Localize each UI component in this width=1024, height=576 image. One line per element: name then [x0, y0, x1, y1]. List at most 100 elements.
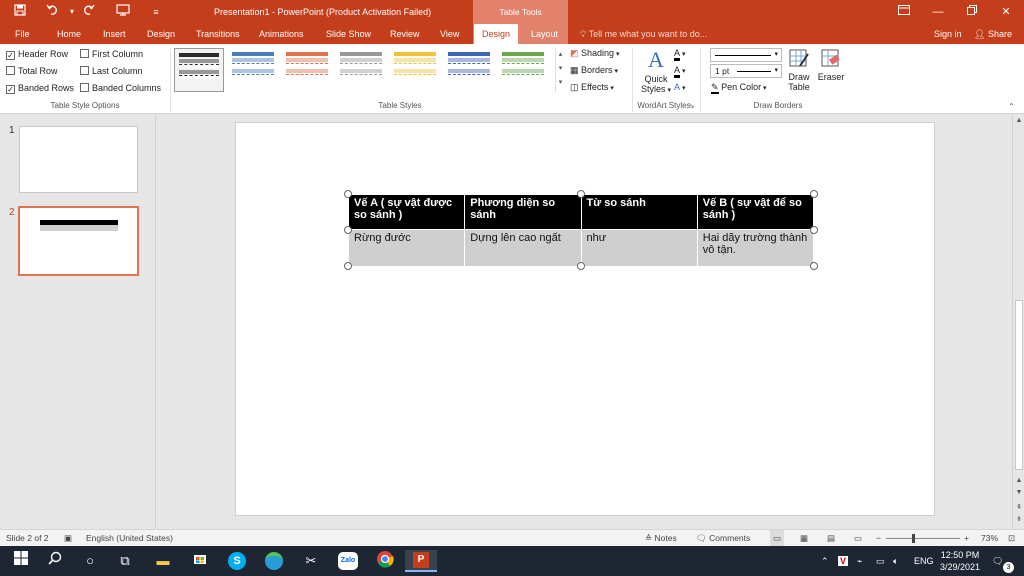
- language-indicator[interactable]: English (United States): [86, 530, 173, 547]
- quick-styles-button[interactable]: A Quick Styles ▾: [640, 48, 672, 95]
- tab-home[interactable]: Home: [57, 24, 81, 44]
- comparison-table[interactable]: Vế A ( sự vật được so sánh ) Phương diện…: [347, 194, 815, 267]
- show-hidden-icons[interactable]: ⌃: [821, 546, 829, 576]
- zoom-out-icon[interactable]: −: [876, 530, 881, 547]
- tab-transitions[interactable]: Transitions: [196, 24, 240, 44]
- slide[interactable]: Vế A ( sự vật được so sánh ) Phương diện…: [235, 122, 935, 516]
- slide-1-thumbnail[interactable]: [19, 126, 138, 193]
- table-cell[interactable]: Dựng lên cao ngất: [464, 229, 582, 267]
- cortana-icon[interactable]: ○: [77, 550, 103, 572]
- scroll-down-icon[interactable]: ▾: [556, 62, 565, 76]
- dialog-launcher-icon[interactable]: ↘: [688, 101, 695, 110]
- header-row-checkbox[interactable]: ✓ Header Row: [6, 49, 68, 60]
- windows-start-icon[interactable]: [8, 550, 34, 572]
- text-fill-button[interactable]: A ▾: [674, 48, 686, 61]
- search-icon[interactable]: [42, 550, 68, 572]
- banded-rows-checkbox[interactable]: ✓ Banded Rows: [6, 83, 74, 94]
- zoom-level[interactable]: 73%: [981, 530, 998, 547]
- table-styles-gallery[interactable]: [174, 48, 564, 96]
- banded-columns-checkbox[interactable]: Banded Columns: [80, 83, 161, 93]
- tab-table-design[interactable]: Design: [474, 24, 519, 44]
- table-style-option[interactable]: [390, 48, 440, 92]
- share-button[interactable]: 👤︎ Share: [974, 24, 1012, 44]
- total-row-checkbox[interactable]: Total Row: [6, 66, 58, 76]
- snipping-tool-icon[interactable]: ✂: [298, 550, 324, 572]
- resize-handle-top-right[interactable]: [810, 190, 818, 198]
- collapse-ribbon-icon[interactable]: ⌃: [1008, 102, 1015, 111]
- notification-center-icon[interactable]: 🗨︎: [992, 546, 1003, 576]
- tab-design[interactable]: Design: [147, 24, 175, 44]
- task-view-icon[interactable]: ⧉: [112, 550, 138, 572]
- scroll-down-icon[interactable]: ▼: [1013, 489, 1024, 496]
- table-cell[interactable]: Rừng đước: [347, 229, 466, 267]
- close-icon[interactable]: ✕: [989, 0, 1023, 24]
- table-style-option[interactable]: [174, 48, 224, 92]
- borders-button[interactable]: ▦ Borders ▾: [570, 65, 618, 76]
- slide-sorter-icon[interactable]: ▦: [800, 530, 808, 547]
- skype-icon[interactable]: S: [224, 550, 250, 572]
- ribbon-display-icon[interactable]: [887, 0, 921, 24]
- presentation-icon[interactable]: [113, 3, 133, 21]
- draw-table-button[interactable]: Draw Table: [784, 48, 814, 92]
- slideshow-icon[interactable]: ▭: [854, 530, 862, 547]
- tell-me-search[interactable]: 💡︎ Tell me what you want to do...: [580, 24, 707, 44]
- table-header-cell[interactable]: Vế A ( sự vật được so sánh ): [347, 194, 466, 230]
- pen-style-dropdown[interactable]: ▾: [710, 48, 782, 62]
- undo-icon[interactable]: [42, 3, 62, 21]
- sign-in-link[interactable]: Sign in: [934, 24, 962, 44]
- previous-slide-icon[interactable]: ⇞: [1013, 503, 1024, 511]
- volume-icon[interactable]: 🔈︎: [893, 546, 898, 576]
- file-explorer-icon[interactable]: ▬: [150, 550, 176, 572]
- fit-to-window-icon[interactable]: ⊡: [1008, 530, 1015, 547]
- more-styles-icon[interactable]: ▾: [556, 76, 565, 90]
- reading-view-icon[interactable]: ▤: [827, 530, 835, 547]
- clock[interactable]: 12:50 PM 3/29/2021: [938, 546, 982, 573]
- last-column-checkbox[interactable]: Last Column: [80, 66, 143, 76]
- table-cell[interactable]: Hai dãy trường thành vô tận.: [696, 229, 815, 267]
- edge-browser-icon[interactable]: [261, 550, 287, 572]
- customize-icon[interactable]: ≡: [146, 3, 166, 21]
- notes-button[interactable]: ≙ Notes: [645, 530, 677, 547]
- table-style-option[interactable]: [228, 48, 278, 92]
- maximize-icon[interactable]: [955, 0, 989, 24]
- tab-slide-show[interactable]: Slide Show: [326, 24, 371, 44]
- pen-color-button[interactable]: ✎ Pen Color ▾: [711, 82, 767, 94]
- chrome-icon[interactable]: [372, 550, 398, 572]
- zoom-slider[interactable]: [886, 538, 960, 539]
- powerpoint-taskbar-icon[interactable]: P: [405, 550, 437, 572]
- store-icon[interactable]: [187, 550, 213, 572]
- resize-handle-bottom[interactable]: [577, 262, 585, 270]
- text-outline-button[interactable]: A ▾: [674, 65, 686, 78]
- table-header-cell[interactable]: Vế B ( sự vật để so sánh ): [696, 194, 815, 230]
- resize-handle-top-left[interactable]: [344, 190, 352, 198]
- table-style-option[interactable]: [336, 48, 386, 92]
- next-slide-icon[interactable]: ⇟: [1013, 515, 1024, 523]
- effects-button[interactable]: ◫ Effects ▾: [570, 82, 614, 93]
- tab-review[interactable]: Review: [390, 24, 420, 44]
- vertical-scrollbar[interactable]: ▲ ▲ ▼ ⇞ ⇟: [1012, 115, 1024, 528]
- resize-handle-bottom-left[interactable]: [344, 262, 352, 270]
- table-header-cell[interactable]: Từ so sánh: [580, 194, 698, 230]
- language-indicator-tray[interactable]: ENG: [914, 546, 934, 576]
- zoom-slider-thumb[interactable]: [912, 534, 915, 543]
- table-header-cell[interactable]: Phương diện so sánh: [464, 194, 582, 230]
- tab-view[interactable]: View: [440, 24, 459, 44]
- resize-handle-bottom-right[interactable]: [810, 262, 818, 270]
- table-style-option[interactable]: [282, 48, 332, 92]
- zoom-in-icon[interactable]: +: [964, 530, 969, 547]
- save-icon[interactable]: [10, 3, 30, 21]
- network-icon[interactable]: ⌁: [857, 546, 862, 576]
- text-effects-button[interactable]: A ▾: [674, 82, 686, 92]
- scroll-up-icon[interactable]: ▴: [556, 48, 565, 62]
- slide-2-thumbnail[interactable]: [18, 206, 139, 276]
- normal-view-icon[interactable]: ▭: [770, 530, 785, 547]
- tab-file[interactable]: File: [15, 24, 30, 44]
- gallery-scroll[interactable]: ▴ ▾ ▾: [555, 48, 565, 92]
- table-style-option[interactable]: [444, 48, 494, 92]
- resize-handle-top[interactable]: [577, 190, 585, 198]
- antivirus-icon[interactable]: V: [838, 546, 849, 576]
- display-icon[interactable]: ▭: [876, 546, 885, 576]
- table-cell[interactable]: như: [580, 229, 698, 267]
- resize-handle-right[interactable]: [810, 226, 818, 234]
- shading-button[interactable]: ◩ Shading ▾: [570, 48, 620, 59]
